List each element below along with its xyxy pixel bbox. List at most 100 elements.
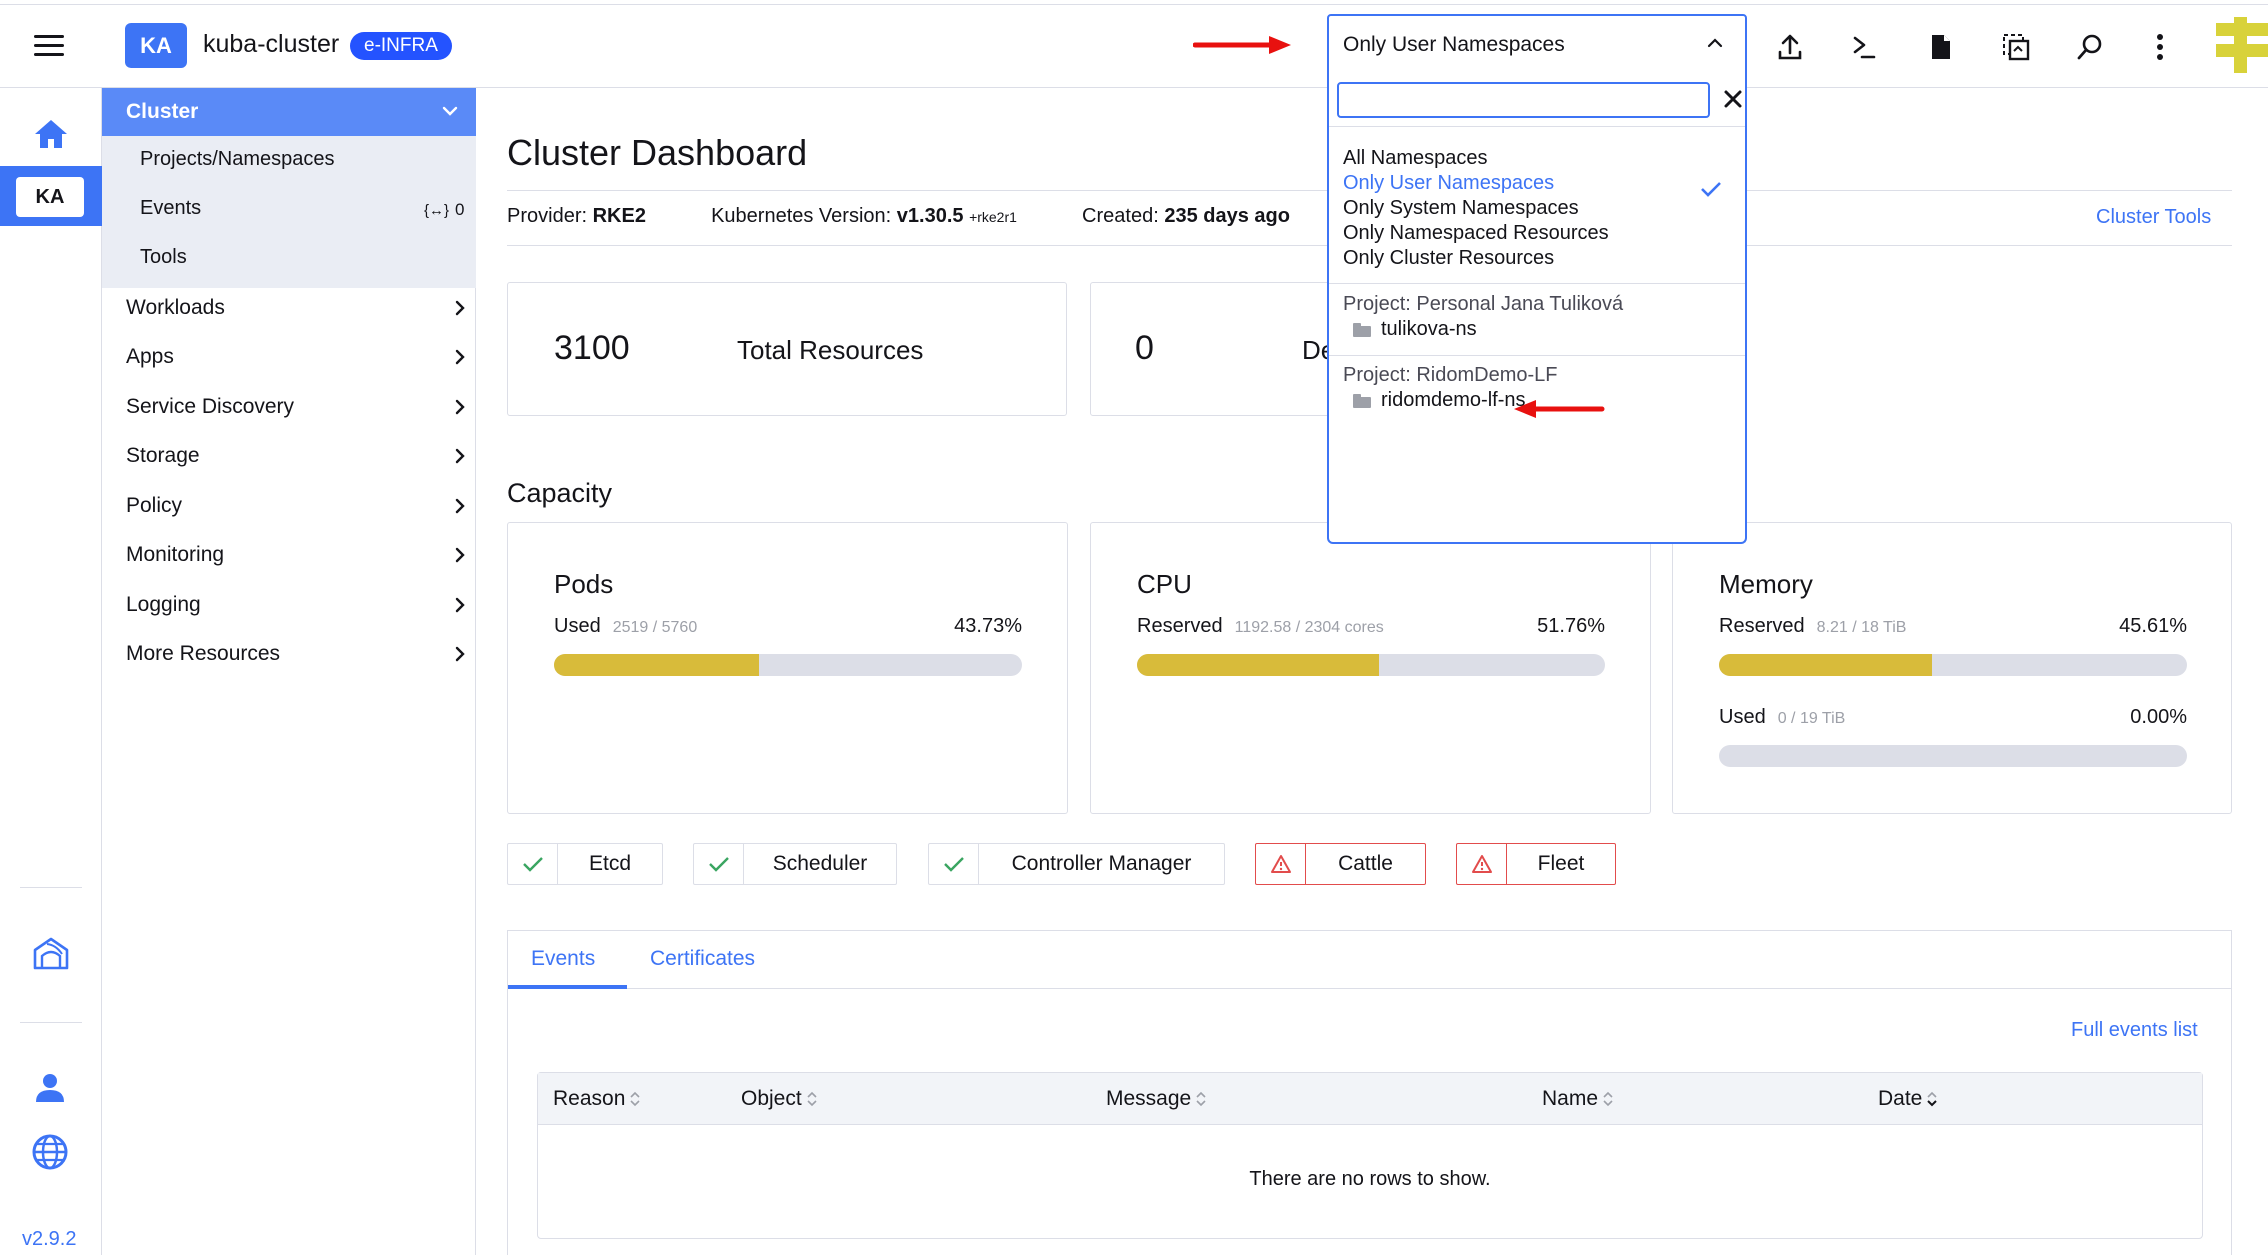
column-label: Name — [1542, 1087, 1599, 1110]
capacity-row-detail: 0 / 19 TiB — [1777, 710, 1846, 727]
capacity-row-label: Used — [1719, 706, 1766, 728]
cluster-avatar[interactable]: KA — [125, 23, 187, 68]
chevron-right-icon — [455, 448, 465, 464]
copy-kubeconfig-icon[interactable] — [1996, 27, 2036, 67]
health-badge-etcd[interactable]: Etcd — [507, 843, 663, 885]
capacity-row: Reserved 1192.58 / 2304 cores 51.76% — [1137, 615, 1605, 638]
nav-item-label: Monitoring — [126, 543, 225, 566]
full-events-link[interactable]: Full events list — [2071, 1019, 2198, 1042]
close-icon[interactable] — [1719, 84, 1747, 114]
ns-option-only-namespaced-resources[interactable]: Only Namespaced Resources — [1343, 222, 1609, 245]
tab-bar: Events Certificates — [508, 931, 2231, 989]
ns-project-group-label[interactable]: Project: RidomDemo-LF — [1343, 364, 1558, 387]
ns-option-only-system-namespaces[interactable]: Only System Namespaces — [1343, 197, 1579, 220]
active-tab-indicator — [508, 985, 627, 989]
home-icon[interactable] — [33, 118, 69, 150]
rail-cluster-button[interactable]: KA — [16, 177, 84, 217]
cluster-tools-link[interactable]: Cluster Tools — [2096, 206, 2211, 229]
capacity-row-label: Reserved — [1719, 615, 1805, 637]
events-count-badge: {↔} 0 — [424, 200, 465, 220]
capacity-bar — [554, 654, 1022, 676]
nav-item-logging[interactable]: Logging — [126, 593, 466, 617]
nav-item-more-resources[interactable]: More Resources — [126, 642, 466, 666]
nav-item-workloads[interactable]: Workloads — [126, 296, 466, 320]
health-label: Cattle — [1338, 852, 1393, 875]
ns-namespace-item[interactable]: ridomdemo-lf-ns — [1353, 389, 1525, 412]
more-actions-icon[interactable] — [2140, 27, 2180, 67]
virtualization-management-icon[interactable] — [32, 936, 70, 970]
capacity-card-title: Memory — [1719, 569, 1813, 599]
menu-icon[interactable] — [30, 30, 70, 60]
namespace-search-input[interactable] — [1337, 82, 1710, 118]
capacity-row: Used 2519 / 5760 43.73% — [554, 615, 1022, 638]
stat-card-total-resources[interactable]: 3100 Total Resources — [507, 282, 1067, 416]
capacity-bar — [1137, 654, 1605, 676]
user-icon[interactable] — [34, 1072, 66, 1104]
language-globe-icon[interactable] — [32, 1134, 68, 1170]
annotation-arrow-icon — [1193, 36, 1291, 54]
chevron-down-icon — [442, 106, 458, 116]
k8s-version-value: v1.30.5 — [896, 205, 964, 227]
capacity-bar-fill — [1719, 654, 1933, 676]
ns-option-only-cluster-resources[interactable]: Only Cluster Resources — [1343, 247, 1554, 270]
nav-item-label: More Resources — [126, 642, 281, 665]
side-nav: Cluster Projects/Namespaces Events Tools… — [102, 88, 476, 1255]
health-badge-cattle[interactable]: Cattle — [1255, 843, 1426, 885]
k8s-version-label: Kubernetes Version: — [711, 205, 892, 227]
capacity-card-title: CPU — [1137, 569, 1192, 599]
ns-option-only-user-namespaces[interactable]: Only User Namespaces — [1343, 172, 1554, 195]
version-link[interactable]: v2.9.2 — [22, 1228, 76, 1251]
chevron-right-icon — [455, 349, 465, 365]
sort-icon — [807, 1091, 817, 1107]
column-header-message[interactable]: Message — [1106, 1087, 1207, 1111]
nav-item-service-discovery[interactable]: Service Discovery — [126, 395, 466, 419]
capacity-row-detail: 1192.58 / 2304 cores — [1234, 619, 1384, 636]
chevron-right-icon — [455, 399, 465, 415]
kubeconfig-file-icon[interactable] — [1921, 27, 1961, 67]
created-value: 235 days ago — [1164, 205, 1290, 227]
folder-icon — [1353, 393, 1371, 408]
nav-group-cluster[interactable]: Cluster — [102, 88, 476, 136]
rail-divider — [20, 887, 82, 888]
resource-search-icon[interactable] — [2070, 27, 2110, 67]
ns-project-group-label[interactable]: Project: Personal Jana Tuliková — [1343, 293, 1623, 316]
ns-namespace-label: ridomdemo-lf-ns — [1381, 389, 1526, 411]
health-badge-scheduler[interactable]: Scheduler — [693, 843, 897, 885]
nav-item-apps[interactable]: Apps — [126, 345, 466, 369]
table-header: Reason Object Message Name Date — [538, 1073, 2202, 1125]
tab-certificates[interactable]: Certificates — [650, 947, 755, 971]
ns-namespace-item[interactable]: tulikova-ns — [1353, 318, 1477, 341]
capacity-row-label: Reserved — [1137, 615, 1223, 637]
health-badge-fleet[interactable]: Fleet — [1456, 843, 1616, 885]
warning-icon — [1256, 844, 1306, 884]
nav-item-monitoring[interactable]: Monitoring — [126, 543, 466, 567]
nav-item-tools[interactable]: Tools — [140, 246, 187, 269]
sort-down-icon — [1927, 1091, 1938, 1107]
brand-logo-icon[interactable] — [2212, 17, 2268, 73]
capacity-title: Capacity — [507, 478, 613, 508]
column-header-object[interactable]: Object — [741, 1087, 818, 1111]
kubectl-shell-icon[interactable] — [1844, 27, 1884, 67]
folder-icon — [1353, 322, 1371, 337]
capacity-card-memory: Memory Reserved 8.21 / 18 TiB 45.61% Used… — [1672, 522, 2232, 814]
column-header-name[interactable]: Name — [1542, 1087, 1614, 1111]
column-header-date[interactable]: Date — [1878, 1087, 1938, 1111]
nav-item-label: Apps — [126, 345, 174, 368]
namespace-filter-select[interactable]: Only User Namespaces — [1327, 14, 1747, 74]
import-yaml-icon[interactable] — [1770, 27, 1810, 67]
nav-item-events[interactable]: Events — [140, 197, 201, 220]
stat-label: Total Resources — [737, 335, 924, 365]
capacity-card-cpu: CPU Reserved 1192.58 / 2304 cores 51.76% — [1090, 522, 1651, 814]
tab-events[interactable]: Events — [531, 947, 595, 971]
ns-option-all-namespaces[interactable]: All Namespaces — [1343, 147, 1488, 170]
column-label: Object — [741, 1087, 802, 1110]
warning-icon — [1457, 844, 1507, 884]
nav-item-policy[interactable]: Policy — [126, 494, 466, 518]
capacity-bar — [1719, 654, 2187, 676]
capacity-row-percent: 43.73% — [954, 615, 1022, 637]
rail-cluster-active: KA — [0, 166, 102, 226]
nav-item-projects-namespaces[interactable]: Projects/Namespaces — [140, 148, 335, 171]
nav-item-storage[interactable]: Storage — [126, 444, 466, 468]
health-badge-controller-manager[interactable]: Controller Manager — [928, 843, 1225, 885]
column-header-reason[interactable]: Reason — [553, 1087, 641, 1111]
